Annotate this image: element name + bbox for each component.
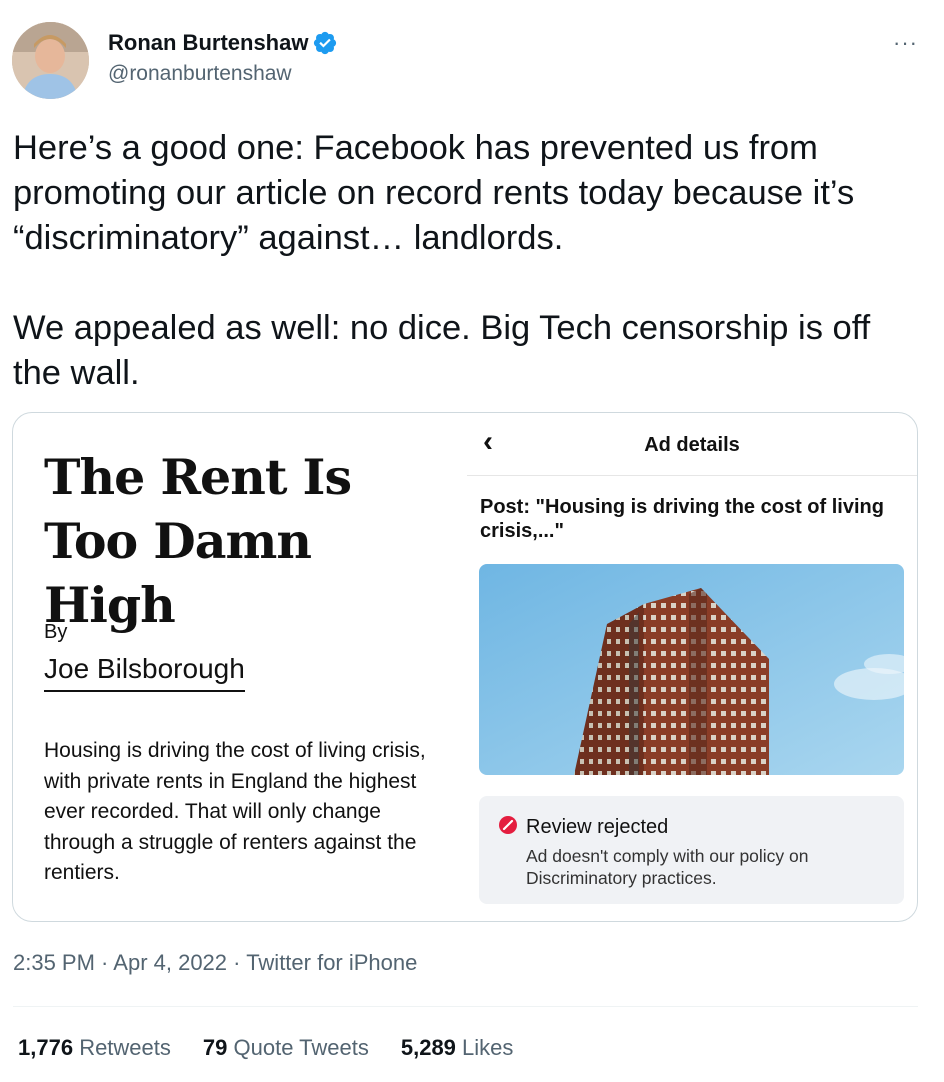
tweet-paragraph-1: Here’s a good one: Facebook has prevente…	[13, 129, 855, 257]
likes-count: 5,289	[400, 1035, 456, 1060]
tweet: Ronan Burtenshaw @ronanburtenshaw ··· He…	[0, 0, 944, 1082]
article-author: Joe Bilsborough	[44, 653, 245, 692]
avatar-image	[12, 22, 89, 99]
likes-label: Likes	[462, 1035, 514, 1060]
quote-tweets-label: Quote Tweets	[233, 1035, 369, 1060]
quote-tweets-count: 79	[202, 1035, 228, 1060]
author-name-row[interactable]: Ronan Burtenshaw	[108, 30, 338, 56]
article-excerpt: Housing is driving the cost of living cr…	[44, 739, 426, 884]
tweet-meta: 2:35 PM · Apr 4, 2022 · Twitter for iPho…	[13, 950, 417, 976]
retweets-label: Retweets	[79, 1035, 171, 1060]
verified-badge-icon	[314, 31, 337, 55]
tweet-stats: 1,776 Retweets 79 Quote Tweets 5,289 Lik…	[18, 1035, 513, 1061]
article-title: The Rent Is Too Damn High	[44, 448, 352, 634]
more-options-icon[interactable]: ···	[893, 30, 918, 56]
meta-separator: ·	[94, 950, 114, 975]
article-panel: The Rent Is Too Damn High By Joe Bilsbor…	[13, 413, 467, 921]
ad-details-panel: ‹ Ad details Post: "Housing is driving t…	[467, 413, 917, 921]
tweet-time[interactable]: 2:35 PM	[13, 950, 95, 975]
retweets-count: 1,776	[18, 1035, 74, 1060]
attached-image[interactable]: The Rent Is Too Damn High By Joe Bilsbor…	[12, 412, 918, 922]
rejected-icon	[499, 816, 517, 834]
retweets-stat[interactable]: 1,776 Retweets	[18, 1035, 171, 1061]
review-status-title: Review rejected	[526, 816, 669, 838]
article-by-label: By	[44, 621, 68, 643]
avatar[interactable]	[12, 22, 89, 99]
tweet-paragraph-2: We appealed as well: no dice. Big Tech c…	[13, 309, 871, 392]
tweet-source[interactable]: Twitter for iPhone	[246, 950, 417, 975]
tower-block-image	[479, 564, 904, 775]
ad-details-title: Ad details	[644, 434, 740, 456]
meta-separator: ·	[227, 950, 247, 975]
tweet-date[interactable]: Apr 4, 2022	[113, 950, 227, 975]
divider	[13, 1006, 918, 1007]
likes-stat[interactable]: 5,289 Likes	[401, 1035, 514, 1061]
review-status-text: Ad doesn't comply with our policy on Dis…	[526, 846, 809, 888]
quote-tweets-stat[interactable]: 79 Quote Tweets	[203, 1035, 369, 1061]
tower-block-photo	[479, 564, 904, 775]
author-handle[interactable]: @ronanburtenshaw	[108, 62, 292, 86]
ad-details-header: ‹ Ad details	[467, 413, 917, 476]
review-status-box: Review rejected Ad doesn't comply with o…	[479, 796, 904, 904]
display-name[interactable]: Ronan Burtenshaw	[108, 30, 308, 56]
ad-post-line: Post: "Housing is driving the cost of li…	[480, 496, 884, 542]
tweet-text: Here’s a good one: Facebook has prevente…	[13, 126, 918, 396]
